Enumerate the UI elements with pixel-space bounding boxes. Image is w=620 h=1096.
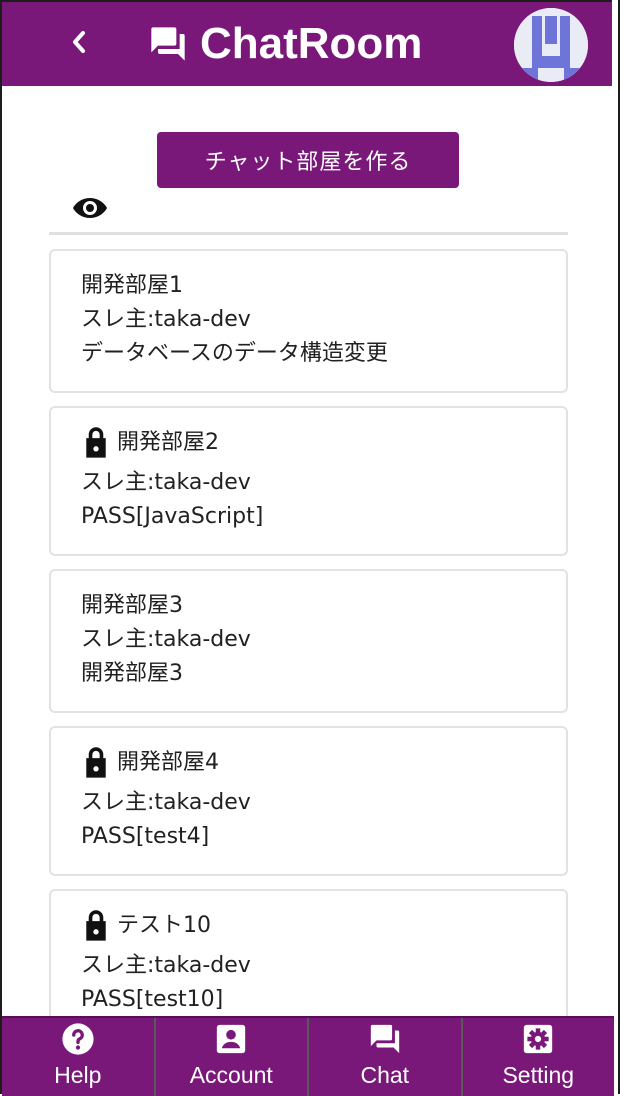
main-content: チャット部屋を作る 開発部屋1 スレ主:taka-dev データベースのデータ構… (2, 86, 614, 1016)
room-owner: スレ主:taka-dev (81, 627, 251, 652)
settings-icon (524, 1024, 553, 1054)
bottom-nav: Help Account Chat Setting (2, 1016, 614, 1096)
room-title: 開発部屋3 (81, 589, 536, 623)
room-title-text: 開発部屋3 (81, 593, 183, 618)
room-owner: スレ主:taka-dev (81, 470, 251, 495)
lock-icon (86, 427, 106, 458)
room-title-text: 開発部屋2 (117, 430, 219, 455)
create-room-button[interactable]: チャット部屋を作る (157, 132, 459, 188)
nav-label: Help (54, 1062, 102, 1088)
app-brand: ChatRoom (148, 16, 422, 72)
nav-help[interactable]: Help (2, 1018, 156, 1096)
chat-icon (370, 1024, 399, 1054)
room-card[interactable]: 開発部屋1 スレ主:taka-dev データベースのデータ構造変更 (49, 249, 568, 393)
room-title-text: 開発部屋4 (117, 750, 219, 775)
room-title: テスト10 (81, 909, 536, 943)
chevron-left-icon (73, 31, 85, 53)
room-title-text: 開発部屋1 (81, 273, 183, 298)
room-title: 開発部屋2 (81, 426, 536, 460)
room-detail: PASS[test10] (81, 987, 224, 1012)
visibility-toggle[interactable] (70, 190, 110, 226)
nav-label: Account (189, 1062, 273, 1088)
help-icon (62, 1023, 94, 1055)
room-owner: スレ主:taka-dev (81, 953, 251, 978)
nav-setting[interactable]: Setting (463, 1018, 615, 1096)
room-title: 開発部屋4 (81, 746, 536, 780)
nav-chat[interactable]: Chat (309, 1018, 463, 1096)
lock-icon (86, 747, 106, 778)
room-card[interactable]: 開発部屋2 スレ主:taka-dev PASS[JavaScript] (49, 406, 568, 556)
nav-label: Chat (360, 1062, 410, 1088)
account-icon (217, 1024, 246, 1054)
room-detail: 開発部屋3 (81, 661, 183, 686)
room-detail: PASS[JavaScript] (81, 504, 264, 529)
app-header: ChatRoom (2, 0, 612, 86)
room-owner: スレ主:taka-dev (81, 790, 251, 815)
user-avatar[interactable] (514, 8, 588, 82)
forum-icon (151, 27, 185, 61)
room-card[interactable]: 開発部屋4 スレ主:taka-dev PASS[test4] (49, 726, 568, 876)
room-card[interactable]: 開発部屋3 スレ主:taka-dev 開発部屋3 (49, 569, 568, 713)
room-title-text: テスト10 (117, 913, 211, 938)
room-title: 開発部屋1 (81, 269, 536, 303)
nav-label: Setting (502, 1062, 575, 1088)
room-list: 開発部屋1 スレ主:taka-dev データベースのデータ構造変更 開発部屋2 … (49, 249, 568, 1016)
identicon-avatar (514, 8, 588, 82)
lock-icon (86, 910, 106, 941)
room-card[interactable]: テスト10 スレ主:taka-dev PASS[test10] (49, 889, 568, 1016)
eye-icon (73, 198, 107, 218)
room-detail: データベースのデータ構造変更 (81, 341, 388, 366)
back-button[interactable] (62, 22, 96, 62)
app-title: ChatRoom (200, 19, 423, 68)
divider (49, 232, 568, 235)
room-detail: PASS[test4] (81, 824, 210, 849)
room-owner: スレ主:taka-dev (81, 307, 251, 332)
nav-account[interactable]: Account (156, 1018, 309, 1096)
